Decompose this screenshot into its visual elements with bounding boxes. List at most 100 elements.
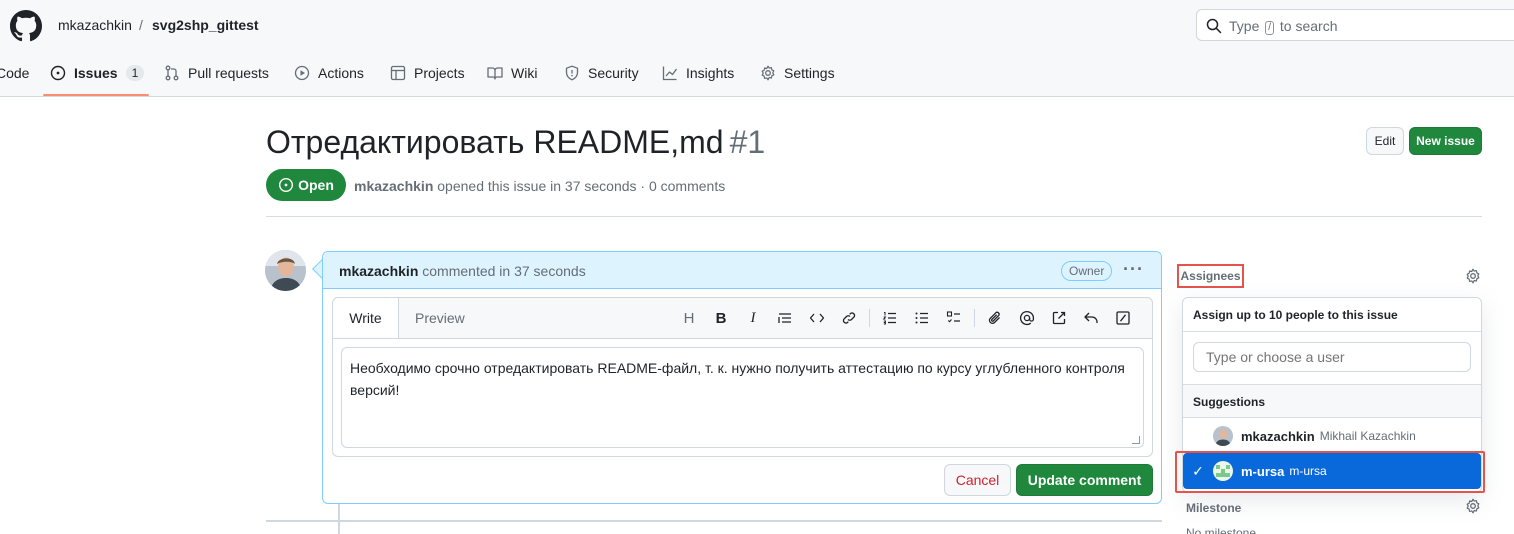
- resize-handle[interactable]: [1132, 436, 1140, 444]
- owner-badge: Owner: [1061, 261, 1113, 281]
- tab-pull-requests[interactable]: Pull requests: [164, 58, 269, 88]
- comment-textarea[interactable]: Необходимо срочно отредактировать README…: [341, 347, 1144, 448]
- search-input[interactable]: Type / to search: [1196, 9, 1514, 41]
- avatar[interactable]: [265, 250, 306, 291]
- editor-body: Необходимо срочно отредактировать README…: [333, 338, 1152, 456]
- suggestions-heading: Suggestions: [1183, 384, 1481, 418]
- quote-button[interactable]: [769, 307, 801, 329]
- selection-highlight: [1175, 451, 1485, 493]
- tab-insights[interactable]: Insights: [662, 58, 734, 88]
- comment-meta: mkazachkin commented in 37 seconds: [339, 263, 586, 279]
- comment-editor: Write Preview H B I Необходимо срочно от…: [332, 297, 1153, 457]
- slash-square-icon: [1116, 311, 1130, 325]
- cross-reference-icon: [1052, 311, 1066, 325]
- breadcrumb-separator: /: [139, 17, 143, 33]
- cancel-button[interactable]: Cancel: [944, 464, 1011, 496]
- timeline-divider: [266, 520, 1162, 522]
- link-button[interactable]: [833, 307, 865, 329]
- tab-security-label: Security: [588, 65, 639, 81]
- mention-icon: [1019, 311, 1035, 326]
- book-icon: [487, 67, 503, 80]
- tab-write[interactable]: Write: [333, 298, 399, 338]
- tab-issues[interactable]: Issues 1: [50, 58, 145, 88]
- reference-button[interactable]: [1043, 307, 1075, 329]
- breadcrumb-repo[interactable]: svg2shp_gittest: [152, 17, 259, 33]
- code-icon: [809, 313, 825, 323]
- comment-time: commented in 37 seconds: [422, 263, 586, 279]
- task-list-icon: [946, 311, 960, 323]
- timeline-line: [338, 504, 340, 534]
- status-badge: Open: [266, 169, 346, 201]
- issues-counter: 1: [125, 65, 145, 81]
- tab-projects-label: Projects: [414, 65, 465, 81]
- code-button[interactable]: [801, 307, 833, 329]
- issue-title-text: Отредактировать README,md: [266, 124, 724, 160]
- user-filter-input[interactable]: [1193, 342, 1471, 372]
- quote-icon: [778, 313, 791, 323]
- shield-icon: [565, 65, 579, 81]
- new-issue-button[interactable]: New issue: [1409, 127, 1482, 155]
- issue-title: Отредактировать README,md #1: [266, 124, 765, 161]
- issue-opened-icon: [50, 65, 66, 81]
- tab-actions[interactable]: Actions: [294, 58, 364, 88]
- tab-wiki-label: Wiki: [511, 65, 538, 81]
- assignees-heading[interactable]: Assignees: [1177, 264, 1244, 288]
- paperclip-icon: [988, 311, 1000, 324]
- assignees-gear-icon[interactable]: [1465, 268, 1481, 284]
- tab-security[interactable]: Security: [564, 58, 639, 88]
- issue-meta-text: opened this issue in 37 seconds · 0 comm…: [437, 178, 726, 194]
- issue-number: #1: [729, 124, 766, 160]
- edit-title-button[interactable]: Edit: [1366, 127, 1404, 155]
- mention-button[interactable]: [1011, 307, 1043, 329]
- tab-code[interactable]: Code: [0, 58, 29, 88]
- graph-icon: [662, 66, 678, 81]
- milestone-heading[interactable]: Milestone: [1186, 501, 1241, 515]
- status-badge-label: Open: [298, 177, 334, 193]
- ordered-list-button[interactable]: [874, 307, 906, 329]
- tab-wiki[interactable]: Wiki: [487, 58, 537, 88]
- slash-command-button[interactable]: [1107, 307, 1139, 329]
- unordered-list-icon: [915, 312, 928, 324]
- toolbar-divider: [974, 309, 975, 327]
- milestone-gear-icon[interactable]: [1465, 498, 1481, 514]
- tab-settings-label: Settings: [784, 65, 835, 81]
- tab-preview[interactable]: Preview: [415, 310, 465, 326]
- tab-settings[interactable]: Settings: [760, 58, 835, 88]
- ordered-list-icon: [882, 312, 896, 325]
- comment-header: mkazachkin commented in 37 seconds Owner…: [323, 252, 1161, 289]
- issue-meta: mkazachkin opened this issue in 37 secon…: [354, 178, 725, 194]
- search-icon: [1206, 18, 1222, 34]
- dropdown-header: Assign up to 10 people to this issue: [1183, 298, 1481, 332]
- bold-button[interactable]: B: [705, 307, 737, 329]
- no-milestone-text: No milestone: [1186, 526, 1257, 534]
- user-photo-icon: [1213, 426, 1233, 446]
- pull-request-icon: [165, 65, 179, 81]
- user-photo-icon: [265, 250, 306, 291]
- user-full-name: Mikhail Kazachkin: [1319, 429, 1416, 443]
- toolbar-divider: [869, 309, 870, 327]
- markdown-toolbar: H B I: [673, 307, 1139, 329]
- comment-author[interactable]: mkazachkin: [339, 263, 418, 279]
- link-icon: [842, 312, 856, 324]
- reply-icon: [1084, 312, 1098, 323]
- update-comment-button[interactable]: Update comment: [1016, 464, 1153, 496]
- github-logo-icon[interactable]: [10, 10, 42, 42]
- comment-card: mkazachkin commented in 37 seconds Owner…: [322, 251, 1162, 504]
- issue-author[interactable]: mkazachkin: [354, 178, 433, 194]
- table-icon: [390, 65, 406, 81]
- italic-button[interactable]: I: [737, 307, 769, 329]
- unordered-list-button[interactable]: [906, 307, 938, 329]
- play-icon: [294, 65, 310, 81]
- tab-code-label: Code: [0, 65, 30, 81]
- gear-icon: [761, 65, 775, 81]
- tab-projects[interactable]: Projects: [390, 58, 465, 88]
- task-list-button[interactable]: [938, 307, 970, 329]
- heading-button[interactable]: H: [673, 307, 705, 329]
- breadcrumb-owner[interactable]: mkazachkin: [58, 17, 132, 33]
- search-placeholder: Type / to search: [1229, 18, 1338, 35]
- kebab-menu-icon[interactable]: ···: [1123, 260, 1144, 278]
- active-tab-indicator: [43, 94, 149, 96]
- attach-button[interactable]: [979, 307, 1011, 329]
- user-option[interactable]: mkazachkin Mikhail Kazachkin: [1183, 418, 1481, 454]
- reply-button[interactable]: [1075, 307, 1107, 329]
